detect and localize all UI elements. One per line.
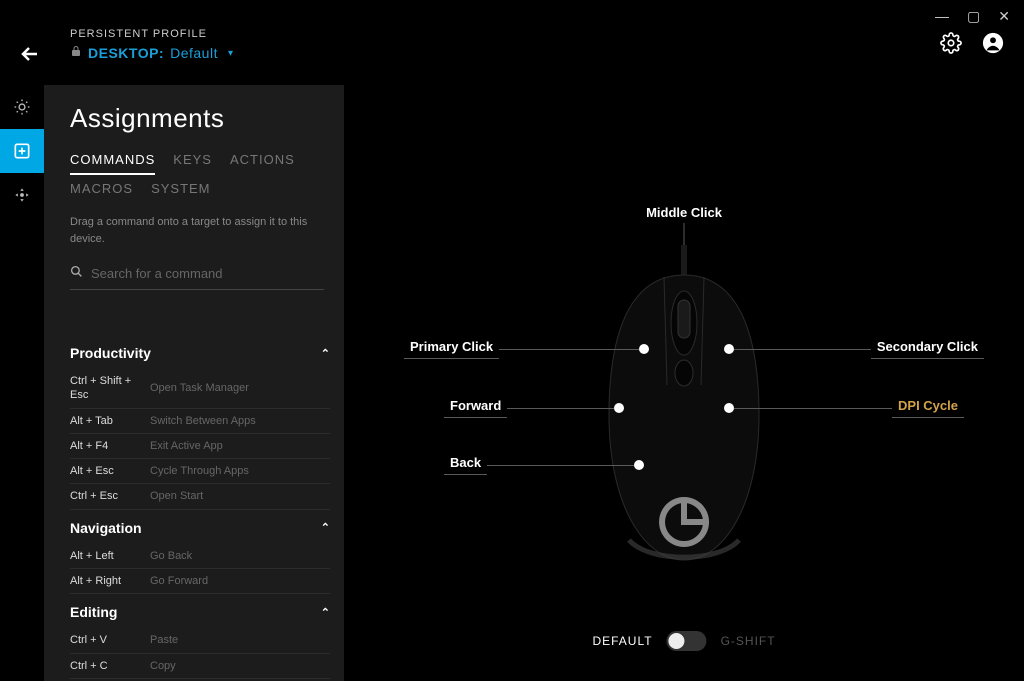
rail-sensitivity[interactable] [0,173,44,217]
mode-toggle: DEFAULT G-SHIFT [592,631,775,651]
profile-selector[interactable]: DESKTOP: Default ▾ [70,44,940,62]
tab-keys[interactable]: KEYS [173,152,212,175]
section-label: Navigation [70,520,142,536]
chevron-up-icon: ⌃ [321,347,330,360]
profile-label: PERSISTENT PROFILE [70,28,940,40]
cmd-row[interactable]: Alt + F4Exit Active App [70,434,330,459]
section-navigation[interactable]: Navigation ⌃ [70,510,330,544]
rail-lighting[interactable] [0,85,44,129]
rail-assignments[interactable] [0,129,44,173]
cmd-row[interactable]: Alt + RightGo Forward [70,569,330,594]
tab-system[interactable]: SYSTEM [151,181,210,202]
hint-text: Drag a command onto a target to assign i… [70,214,324,247]
profile-device: DESKTOP: [88,45,164,61]
close-button[interactable]: ✕ [998,8,1010,25]
callout-forward[interactable]: Forward [444,398,624,418]
callout-secondary-click[interactable]: Secondary Click [724,339,984,359]
cmd-row[interactable]: Alt + LeftGo Back [70,544,330,569]
account-button[interactable] [982,32,1004,59]
profile-block: PERSISTENT PROFILE DESKTOP: Default ▾ [70,28,940,62]
back-button[interactable] [18,42,42,72]
settings-button[interactable] [940,32,962,59]
page-title: Assignments [70,103,324,134]
cmd-row[interactable]: Ctrl + CCopy [70,654,330,679]
section-productivity[interactable]: Productivity ⌃ [70,335,330,369]
chevron-up-icon: ⌃ [321,521,330,534]
chevron-up-icon: ⌃ [321,606,330,619]
section-label: Productivity [70,345,151,361]
cmd-row[interactable]: Alt + TabSwitch Between Apps [70,409,330,434]
tab-commands[interactable]: COMMANDS [70,152,155,175]
callout-primary-click[interactable]: Primary Click [404,339,649,359]
cmd-row[interactable]: Ctrl + EscOpen Start [70,484,330,509]
toggle-gshift-label[interactable]: G-SHIFT [721,634,776,648]
maximize-button[interactable]: ▢ [967,8,980,25]
callout-middle-click[interactable]: Middle Click [646,205,722,220]
search-input[interactable] [91,266,324,281]
callout-dpi-cycle[interactable]: DPI Cycle [724,398,964,418]
toggle-default-label[interactable]: DEFAULT [592,634,652,648]
callout-back[interactable]: Back [444,455,644,475]
minimize-button[interactable]: — [935,8,949,25]
section-label: Editing [70,604,117,620]
profile-name: Default [170,45,218,61]
chevron-down-icon: ▾ [228,48,233,59]
tab-macros[interactable]: MACROS [70,181,133,202]
search-icon [70,265,83,281]
section-editing[interactable]: Editing ⌃ [70,594,330,628]
cmd-row[interactable]: Ctrl + Shift + EscOpen Task Manager [70,369,330,409]
cmd-row[interactable]: Ctrl + VPaste [70,628,330,653]
tab-actions[interactable]: ACTIONS [230,152,295,175]
cmd-row[interactable]: Alt + EscCycle Through Apps [70,459,330,484]
lock-icon [70,44,82,62]
gshift-switch[interactable] [667,631,707,651]
